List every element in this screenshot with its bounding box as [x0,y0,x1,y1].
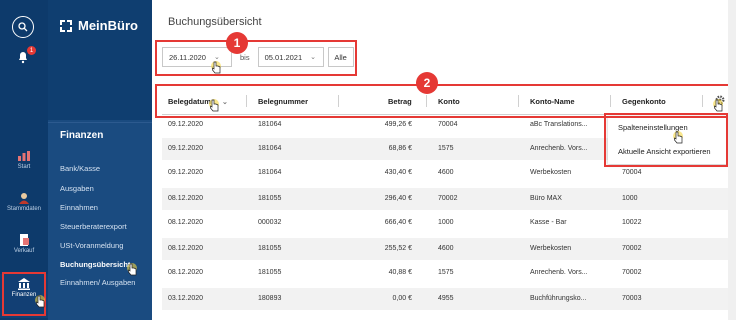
document-icon [20,234,29,246]
search-icon[interactable] [12,16,34,38]
sidebar-item-bank-kasse[interactable]: Bank/Kasse [60,164,100,173]
rail-item-stammdaten[interactable]: Stammdaten [0,192,48,212]
sidebar-item-steuerberaterexport[interactable]: Steuerberaterexport [60,222,127,231]
hand-cursor-icon [127,263,137,276]
table-row[interactable]: 08.12.2020 181055 255,52 € 4600 Werbekos… [162,238,732,260]
vertical-scrollbar[interactable] [728,0,736,320]
hand-cursor-icon [713,99,723,112]
highlight-box-date-filter [155,40,357,76]
page-title: Buchungsübersicht [168,16,262,28]
sidebar-item-einnahmen-ausgaben[interactable]: Einnahmen/ Ausgaben [60,278,135,287]
chart-icon [18,151,30,161]
highlight-box-column-menu [604,113,728,167]
table-row[interactable]: 08.12.2020 000032 666,40 € 1000 Kasse - … [162,212,732,234]
rail-item-verkauf[interactable]: Verkauf [0,234,48,254]
app-logo[interactable]: MeinBüro [60,18,138,33]
hand-cursor-icon [35,295,45,308]
divider [48,122,152,123]
table-row[interactable]: 08.12.2020 181055 296,40 € 70002 Büro MA… [162,188,732,210]
person-icon [19,193,29,204]
table-row[interactable]: 08.12.2020 181055 40,88 € 1575 Anrechenb… [162,262,732,284]
sidebar-header: MeinBüro [48,0,152,120]
step-number-badge: 1 [226,32,248,54]
hand-cursor-icon [673,131,683,144]
sidebar-section-title: Finanzen [60,130,104,141]
sidebar-item-einnahmen[interactable]: Einnahmen [60,203,98,212]
rail-item-start[interactable]: Start [0,150,48,170]
table-row[interactable]: 03.12.2020 180893 0,00 € 4955 Buchführun… [162,288,732,310]
notification-badge: 1 [27,46,36,55]
hand-cursor-icon [209,99,219,112]
sidebar-item-buchungsuebersicht[interactable]: Buchungsübersicht [60,260,130,269]
hand-cursor-icon [211,61,221,74]
logo-icon [60,19,72,32]
sidebar-item-ust-voranmeldung[interactable]: USt-Voranmeldung [60,241,123,250]
step-number-badge: 2 [416,72,438,94]
sidebar-item-ausgaben[interactable]: Ausgaben [60,184,94,193]
